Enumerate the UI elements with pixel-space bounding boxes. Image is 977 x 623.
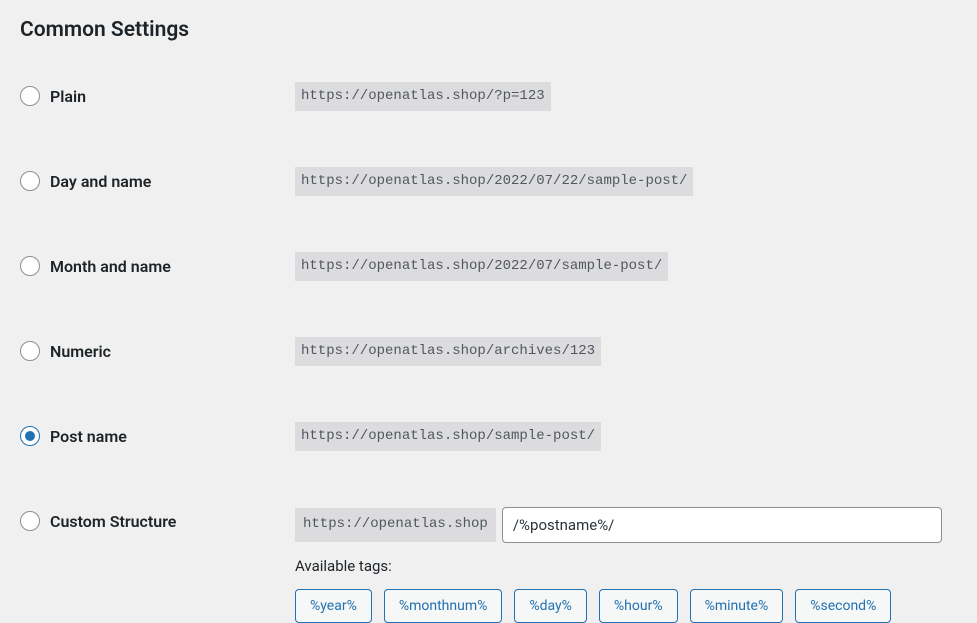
custom-structure-input[interactable]: [502, 507, 942, 543]
tag-hour-button[interactable]: %hour%: [599, 589, 678, 623]
permalink-option-day-name: Day and name https://openatlas.shop/2022…: [20, 139, 957, 224]
radio-label-day-name[interactable]: Day and name: [50, 172, 151, 191]
permalink-option-month-name: Month and name https://openatlas.shop/20…: [20, 224, 957, 309]
radio-custom[interactable]: [20, 511, 40, 531]
tag-monthnum-button[interactable]: %monthnum%: [384, 589, 503, 623]
example-post-name: https://openatlas.shop/sample-post/: [295, 422, 601, 451]
tag-day-button[interactable]: %day%: [514, 589, 587, 623]
radio-numeric[interactable]: [20, 341, 40, 361]
tags-row: %year% %monthnum% %day% %hour% %minute% …: [295, 589, 957, 623]
permalink-option-numeric: Numeric https://openatlas.shop/archives/…: [20, 309, 957, 394]
section-heading: Common Settings: [20, 0, 957, 54]
example-day-name: https://openatlas.shop/2022/07/22/sample…: [295, 167, 693, 196]
permalink-option-post-name: Post name https://openatlas.shop/sample-…: [20, 394, 957, 479]
custom-prefix: https://openatlas.shop: [295, 508, 496, 542]
permalink-option-custom: Custom Structure https://openatlas.shop …: [20, 479, 957, 623]
tag-year-button[interactable]: %year%: [295, 589, 372, 623]
permalink-option-plain: Plain https://openatlas.shop/?p=123: [20, 54, 957, 139]
example-plain: https://openatlas.shop/?p=123: [295, 82, 551, 111]
radio-day-name[interactable]: [20, 171, 40, 191]
tag-second-button[interactable]: %second%: [795, 589, 891, 623]
radio-label-numeric[interactable]: Numeric: [50, 342, 111, 361]
tag-minute-button[interactable]: %minute%: [690, 589, 784, 623]
radio-label-month-name[interactable]: Month and name: [50, 257, 171, 276]
example-month-name: https://openatlas.shop/2022/07/sample-po…: [295, 252, 668, 281]
available-tags-label: Available tags:: [295, 557, 957, 575]
radio-label-custom[interactable]: Custom Structure: [50, 512, 176, 531]
radio-month-name[interactable]: [20, 256, 40, 276]
radio-post-name[interactable]: [20, 426, 40, 446]
radio-label-plain[interactable]: Plain: [50, 87, 86, 106]
radio-label-post-name[interactable]: Post name: [50, 427, 127, 446]
example-numeric: https://openatlas.shop/archives/123: [295, 337, 601, 366]
radio-plain[interactable]: [20, 86, 40, 106]
